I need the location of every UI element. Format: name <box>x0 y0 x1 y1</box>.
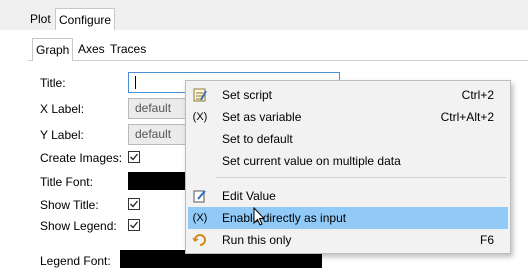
menu-item-label: Set as variable <box>222 110 302 124</box>
title-font-swatch[interactable] <box>128 172 188 190</box>
check-icon <box>130 200 139 208</box>
check-icon <box>130 153 139 161</box>
menu-item-set-script[interactable]: Set script Ctrl+2 <box>188 84 508 106</box>
menu-item-edit-value[interactable]: Edit Value <box>188 185 508 207</box>
tab-axes[interactable]: Axes <box>75 38 108 60</box>
edit-icon <box>192 188 208 204</box>
menu-item-set-to-default[interactable]: Set to default <box>188 128 508 150</box>
menu-item-shortcut: Ctrl+2 <box>461 88 494 102</box>
menu-item-set-as-variable[interactable]: (X) Set as variable Ctrl+Alt+2 <box>188 106 508 128</box>
script-icon <box>192 87 208 103</box>
check-icon <box>130 221 139 229</box>
outer-tab-bar: Plot Configure <box>0 0 528 31</box>
tab-traces[interactable]: Traces <box>107 38 149 60</box>
create-images-checkbox[interactable] <box>128 151 140 163</box>
variable-icon: (X) <box>192 212 208 224</box>
menu-item-shortcut: Ctrl+Alt+2 <box>440 110 494 124</box>
title-font-label: Title Font: <box>40 175 93 189</box>
show-title-label: Show Title: <box>40 198 99 212</box>
title-label: Title: <box>40 76 66 90</box>
tab-graph[interactable]: Graph <box>32 38 74 61</box>
context-menu: Set script Ctrl+2 (X) Set as variable Ct… <box>185 80 511 254</box>
mouse-cursor-icon <box>253 207 265 226</box>
inner-tab-bar: Graph Axes Traces <box>28 38 528 61</box>
tab-configure[interactable]: Configure <box>55 8 116 31</box>
show-title-checkbox[interactable] <box>128 198 140 210</box>
show-legend-label: Show Legend: <box>40 219 117 233</box>
ylabel-label: Y Label: <box>40 128 84 142</box>
menu-item-set-multiple[interactable]: Set current value on multiple data <box>188 150 508 172</box>
run-icon <box>192 232 208 248</box>
menu-item-label: Set current value on multiple data <box>222 154 401 168</box>
menu-item-run-this-only[interactable]: Run this only F6 <box>188 229 508 251</box>
menu-item-label: Edit Value <box>222 189 276 203</box>
text-cursor <box>135 76 136 89</box>
show-legend-checkbox[interactable] <box>128 219 140 231</box>
menu-item-enable-input[interactable]: (X) Enable directly as input <box>188 207 508 229</box>
menu-item-label: Set script <box>222 88 273 102</box>
create-images-label: Create Images: <box>40 151 123 165</box>
tab-plot[interactable]: Plot <box>27 8 54 30</box>
variable-icon: (X) <box>192 111 208 123</box>
menu-item-label: Enable directly as input <box>222 211 347 225</box>
menu-item-label: Set to default <box>222 132 293 146</box>
legend-font-label: Legend Font: <box>40 254 111 268</box>
menu-item-label: Run this only <box>222 233 292 247</box>
menu-item-shortcut: F6 <box>479 233 494 247</box>
menu-separator <box>216 177 506 178</box>
xlabel-label: X Label: <box>40 102 85 116</box>
